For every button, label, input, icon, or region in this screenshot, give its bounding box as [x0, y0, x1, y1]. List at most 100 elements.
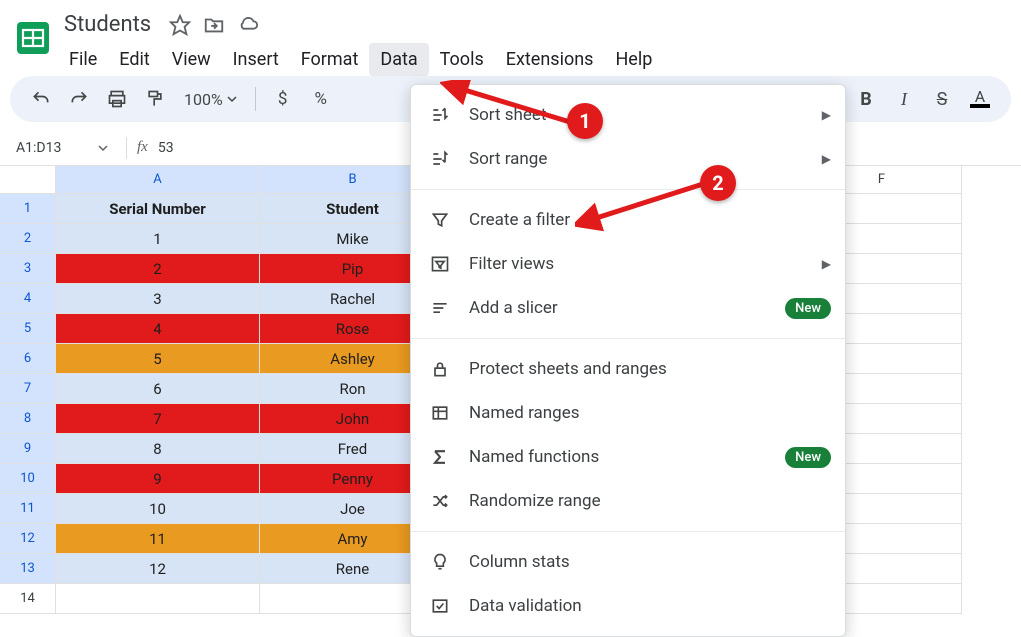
- print-button[interactable]: [100, 82, 134, 116]
- row-header[interactable]: 7: [0, 374, 56, 404]
- menu-column-stats[interactable]: Column stats: [411, 540, 845, 584]
- row-header[interactable]: 14: [0, 584, 56, 614]
- cell[interactable]: 2: [56, 254, 260, 284]
- menu-sort-sheet-label: Sort sheet: [469, 105, 546, 125]
- menu-sort-range-label: Sort range: [469, 149, 547, 169]
- menu-separator: [411, 338, 845, 339]
- lock-icon: [429, 358, 451, 380]
- cell[interactable]: 8: [56, 434, 260, 464]
- cell[interactable]: 3: [56, 284, 260, 314]
- cell[interactable]: 11: [56, 524, 260, 554]
- menu-file[interactable]: File: [58, 43, 108, 76]
- menu-protect-sheets[interactable]: Protect sheets and ranges: [411, 347, 845, 391]
- name-box-value: A1:D13: [16, 140, 61, 156]
- redo-button[interactable]: [62, 82, 96, 116]
- menu-filter-views-label: Filter views: [469, 254, 554, 274]
- new-badge: New: [785, 298, 831, 319]
- row-header[interactable]: 10: [0, 464, 56, 494]
- annotation-callout-2: 2: [700, 165, 736, 201]
- cell[interactable]: 7: [56, 404, 260, 434]
- cell[interactable]: 5: [56, 344, 260, 374]
- row-header[interactable]: 8: [0, 404, 56, 434]
- column-header-A[interactable]: A: [56, 166, 260, 194]
- formula-value[interactable]: 53: [158, 140, 174, 156]
- menu-randomize-label: Randomize range: [469, 491, 601, 511]
- zoom-select[interactable]: 100%: [176, 82, 245, 116]
- sort-range-icon: [429, 148, 451, 170]
- menu-add-slicer-label: Add a slicer: [469, 298, 558, 318]
- menu-tools[interactable]: Tools: [429, 43, 495, 76]
- menu-create-filter[interactable]: Create a filter: [411, 198, 845, 242]
- sheets-logo[interactable]: [8, 8, 58, 68]
- bold-button[interactable]: B: [849, 82, 883, 116]
- document-title[interactable]: Students: [58, 10, 157, 39]
- new-badge: New: [785, 447, 831, 468]
- cell[interactable]: Serial Number: [56, 194, 260, 224]
- named-ranges-icon: [429, 402, 451, 424]
- row-header[interactable]: 4: [0, 284, 56, 314]
- menu-named-ranges-label: Named ranges: [469, 403, 580, 423]
- row-header[interactable]: 6: [0, 344, 56, 374]
- row-header[interactable]: 3: [0, 254, 56, 284]
- menu-column-stats-label: Column stats: [469, 552, 570, 572]
- menu-named-ranges[interactable]: Named ranges: [411, 391, 845, 435]
- row-header[interactable]: 5: [0, 314, 56, 344]
- menu-extensions[interactable]: Extensions: [495, 43, 605, 76]
- menu-add-slicer[interactable]: Add a slicer New: [411, 286, 845, 330]
- menu-edit[interactable]: Edit: [108, 43, 160, 76]
- italic-button[interactable]: I: [887, 82, 921, 116]
- submenu-caret-icon: ▶: [822, 257, 831, 271]
- cell[interactable]: 4: [56, 314, 260, 344]
- text-color-button[interactable]: A: [963, 82, 997, 116]
- row-header[interactable]: 12: [0, 524, 56, 554]
- menu-separator: [411, 189, 845, 190]
- currency-button[interactable]: $: [266, 82, 300, 116]
- annotation-callout-1: 1: [567, 103, 603, 139]
- name-box[interactable]: A1:D13: [8, 140, 116, 156]
- select-all-corner[interactable]: [0, 166, 56, 194]
- menu-named-functions-label: Named functions: [469, 447, 599, 467]
- star-icon[interactable]: [169, 14, 191, 36]
- row-header[interactable]: 2: [0, 224, 56, 254]
- submenu-caret-icon: ▶: [822, 108, 831, 122]
- menu-view[interactable]: View: [161, 43, 222, 76]
- menu-sort-range[interactable]: Sort range ▶: [411, 137, 845, 181]
- move-icon[interactable]: [203, 14, 225, 36]
- cell[interactable]: 6: [56, 374, 260, 404]
- strikethrough-button[interactable]: S: [925, 82, 959, 116]
- fx-divider: [126, 137, 127, 159]
- menu-randomize-range[interactable]: Randomize range: [411, 479, 845, 523]
- zoom-value: 100%: [184, 90, 223, 109]
- menu-filter-views[interactable]: Filter views ▶: [411, 242, 845, 286]
- menu-sort-sheet[interactable]: Sort sheet ▶: [411, 93, 845, 137]
- menu-bar: File Edit View Insert Format Data Tools …: [58, 39, 663, 76]
- cell[interactable]: [56, 584, 260, 614]
- cell[interactable]: 10: [56, 494, 260, 524]
- percent-button[interactable]: %: [304, 82, 338, 116]
- cell[interactable]: 9: [56, 464, 260, 494]
- row-header[interactable]: 13: [0, 554, 56, 584]
- menu-help[interactable]: Help: [604, 43, 663, 76]
- menu-format[interactable]: Format: [290, 43, 370, 76]
- menu-named-functions[interactable]: Named functions New: [411, 435, 845, 479]
- cell[interactable]: 12: [56, 554, 260, 584]
- row-header[interactable]: 11: [0, 494, 56, 524]
- menu-data[interactable]: Data: [369, 43, 428, 76]
- menu-insert[interactable]: Insert: [222, 43, 290, 76]
- sort-sheet-icon: [429, 104, 451, 126]
- chevron-down-icon: [98, 143, 108, 153]
- row-header[interactable]: 1: [0, 194, 56, 224]
- cloud-status-icon[interactable]: [237, 14, 259, 36]
- menu-data-validation-label: Data validation: [469, 596, 582, 616]
- filter-icon: [429, 209, 451, 231]
- paint-format-button[interactable]: [138, 82, 172, 116]
- cell[interactable]: 1: [56, 224, 260, 254]
- sigma-icon: [429, 446, 451, 468]
- menu-data-validation[interactable]: Data validation: [411, 584, 845, 628]
- toolbar-divider: [255, 87, 256, 111]
- undo-button[interactable]: [24, 82, 58, 116]
- filter-views-icon: [429, 253, 451, 275]
- submenu-caret-icon: ▶: [822, 152, 831, 166]
- row-header[interactable]: 9: [0, 434, 56, 464]
- data-menu-dropdown: Sort sheet ▶ Sort range ▶ Create a filte…: [410, 84, 846, 637]
